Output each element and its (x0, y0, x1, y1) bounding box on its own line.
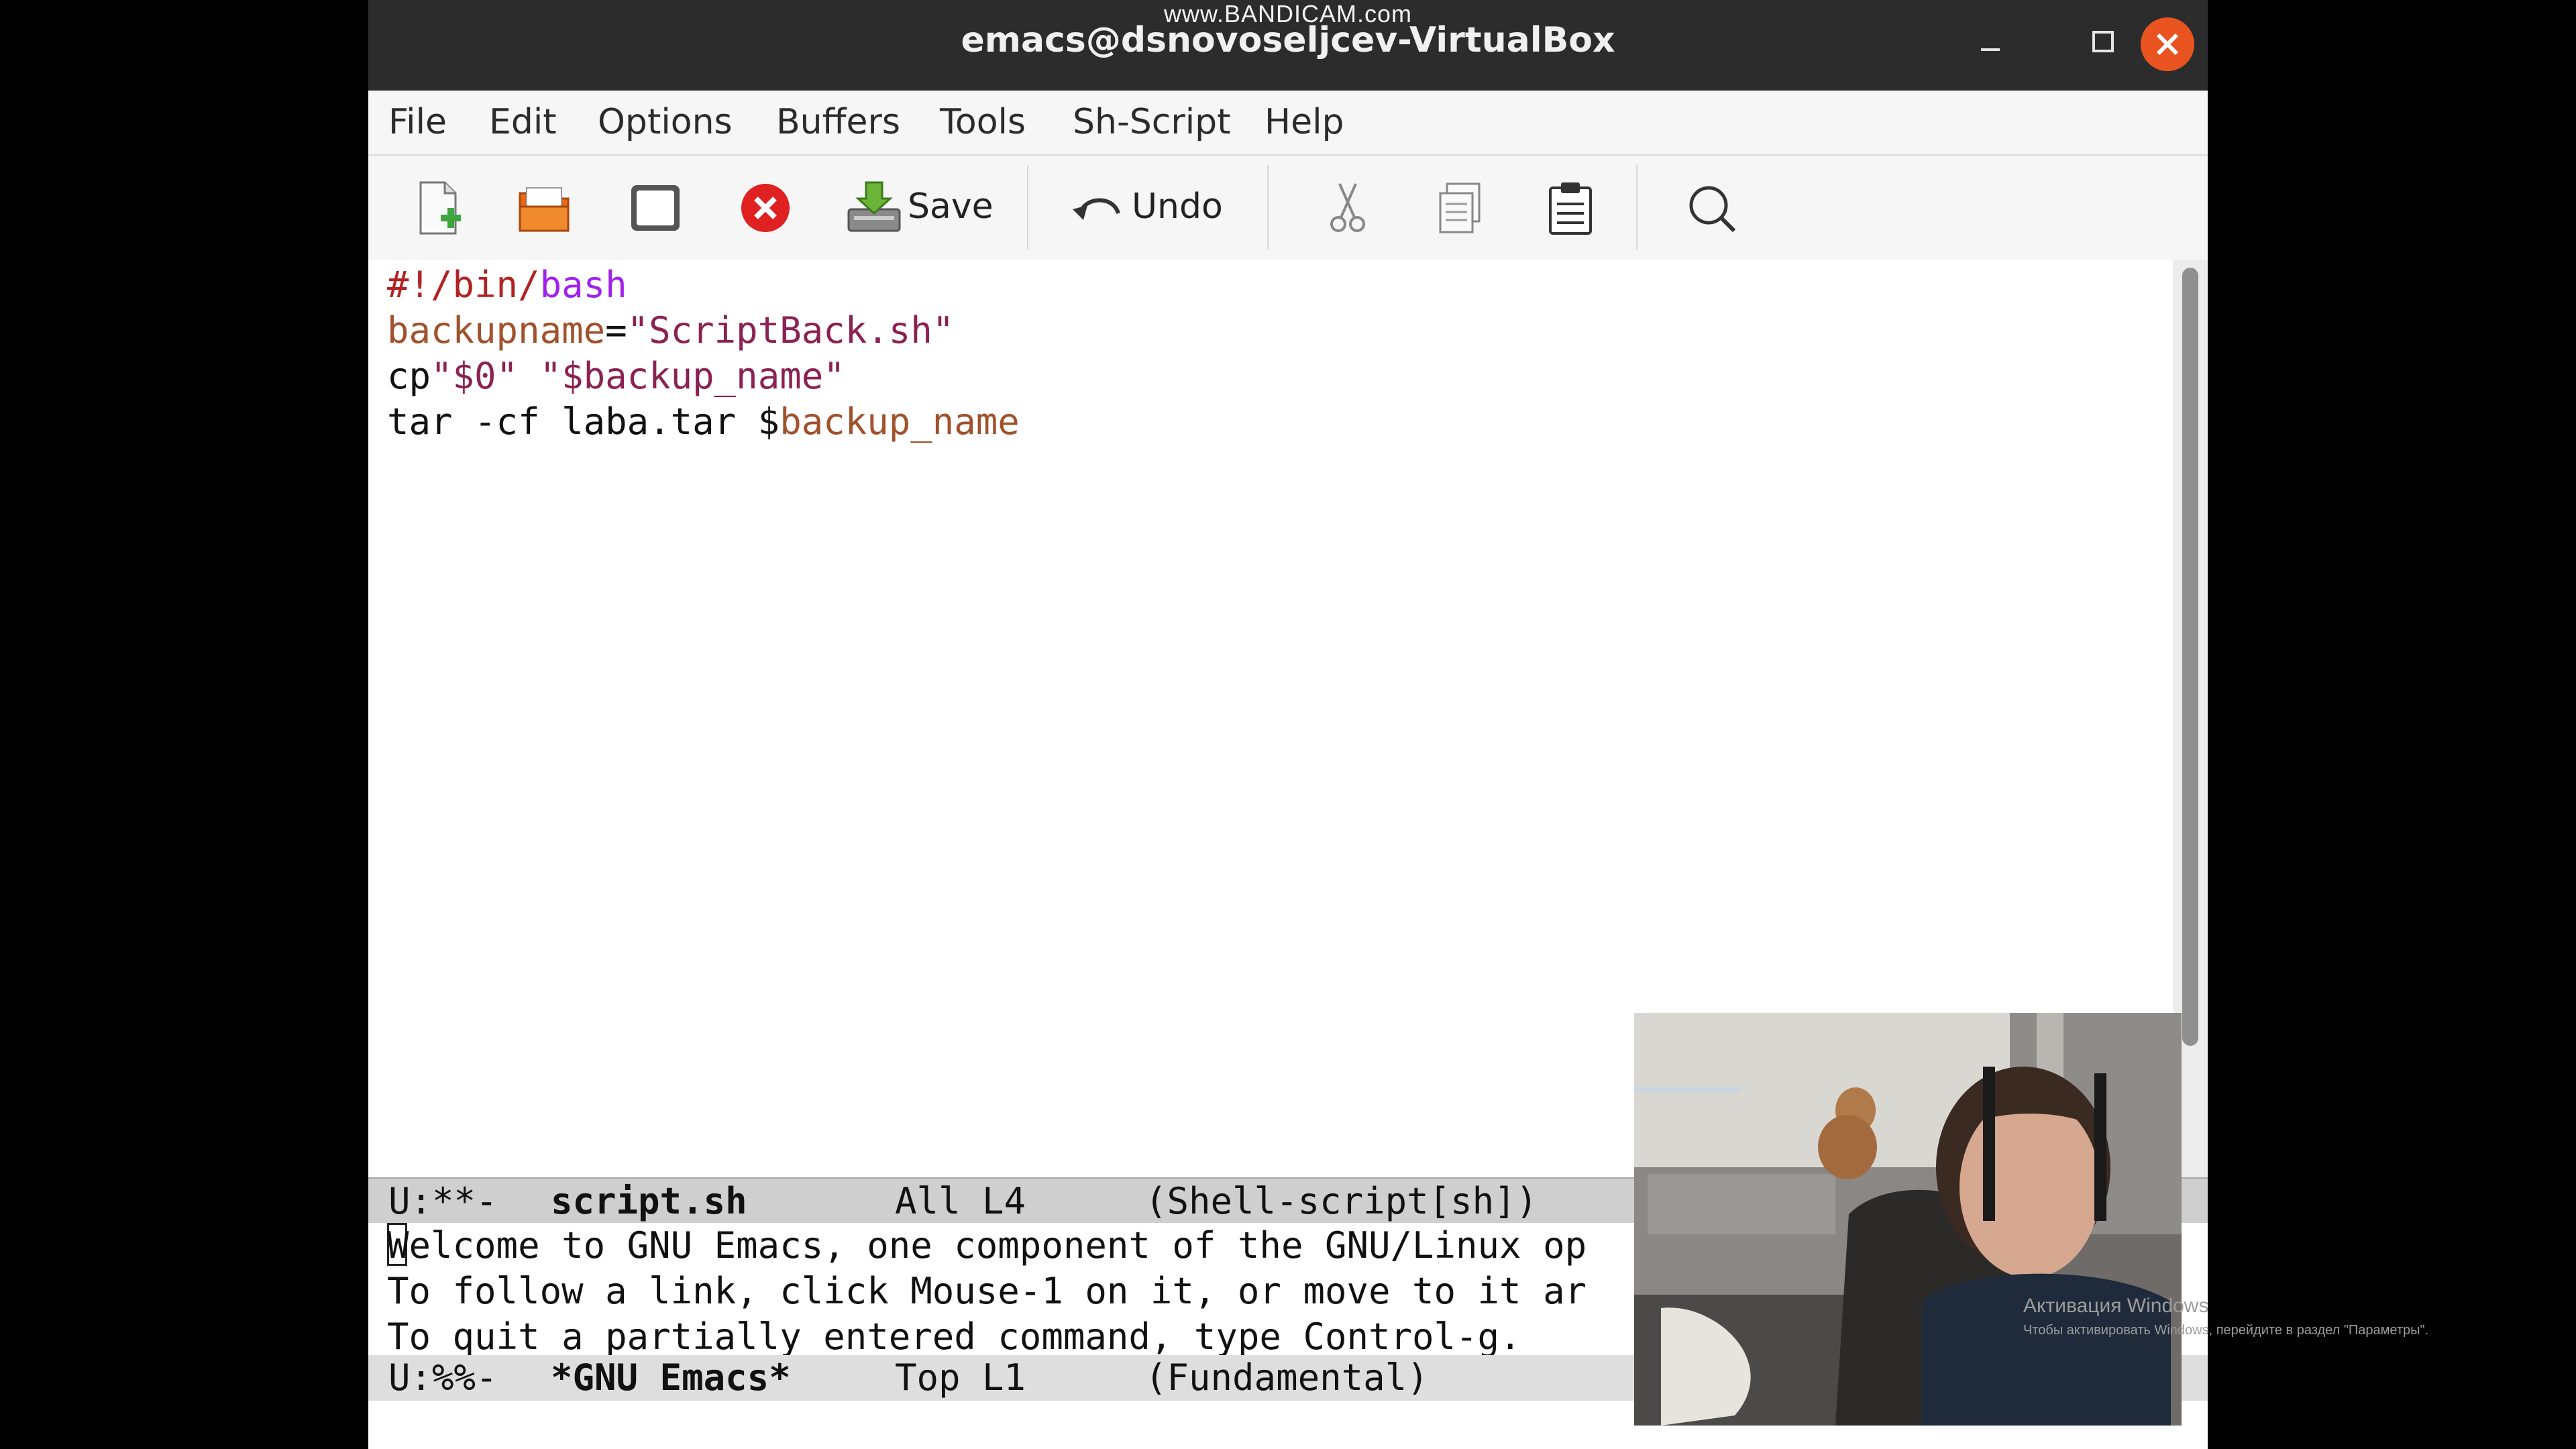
window-frame-icon (631, 185, 680, 231)
mode-line-mode[interactable]: (Fundamental) (1145, 1355, 1429, 1401)
code-token-plain: cp (387, 355, 431, 397)
search-button[interactable] (1678, 166, 1745, 247)
menu-bar: File Edit Options Buffers Tools Sh-Scrip… (368, 91, 2208, 156)
close-icon (2156, 33, 2179, 56)
mode-line-buffer-name[interactable]: *GNU Emacs* (551, 1355, 791, 1401)
folder-icon (519, 187, 570, 232)
dired-button[interactable] (622, 166, 689, 247)
open-file-button[interactable] (511, 166, 578, 247)
mode-line-position: Top L1 (895, 1356, 1026, 1399)
code-line[interactable]: #!/bin/bash (387, 262, 627, 308)
activation-title: Активация Windows (2023, 1295, 2209, 1317)
code-token-var: backup_name (780, 400, 1020, 443)
code-token-keyword: bash (539, 264, 627, 306)
menu-edit[interactable]: Edit (489, 91, 557, 154)
code-token-var: backupname (387, 309, 606, 352)
minimize-icon (1981, 48, 2000, 51)
mode-line-state: U:%%- (388, 1356, 498, 1399)
save-icon (847, 181, 901, 232)
menu-options[interactable]: Options (598, 91, 733, 154)
undo-button[interactable]: Undo (1070, 166, 1271, 247)
undo-icon (1073, 198, 1120, 220)
search-icon (1689, 186, 1736, 233)
code-line[interactable]: tar -cf laba.tar $backup_name (387, 399, 1020, 445)
copy-button[interactable] (1427, 166, 1494, 247)
new-file-button[interactable] (406, 166, 473, 247)
save-label: Save (908, 186, 994, 227)
windows-activation-watermark: Активация Windows Чтобы активировать Win… (2023, 1295, 2428, 1338)
copy-icon (1439, 182, 1481, 233)
menu-file[interactable]: File (388, 91, 447, 154)
undo-label: Undo (1132, 186, 1223, 227)
toolbar-separator (1267, 165, 1269, 250)
cut-button[interactable] (1314, 166, 1381, 247)
toolbar-separator (1636, 165, 1638, 250)
maximize-icon (2092, 31, 2114, 52)
code-line[interactable]: backupname="ScriptBack.sh" (387, 308, 954, 354)
code-token-plain: tar -cf laba.tar $ (387, 400, 780, 443)
close-button[interactable] (2141, 17, 2194, 71)
maximize-button[interactable] (2076, 17, 2130, 71)
mode-line-position: All L4 (895, 1180, 1026, 1222)
menu-tools[interactable]: Tools (940, 91, 1026, 154)
scissors-icon (1330, 183, 1365, 232)
toolbar-separator (1027, 165, 1028, 250)
welcome-line: To follow a link, click Mouse-1 on it, o… (387, 1270, 1587, 1312)
mode-line-state: U:**- (388, 1180, 498, 1222)
toolbar: Save Undo (368, 156, 2208, 260)
window-title: emacs@dsnovoseljcev-VirtualBox (961, 20, 1615, 60)
kill-buffer-button[interactable] (732, 166, 799, 247)
clipboard-icon (1549, 182, 1592, 235)
menu-buffers[interactable]: Buffers (776, 91, 900, 154)
code-token-plain: = (605, 309, 627, 352)
save-button[interactable]: Save (846, 166, 1047, 247)
activation-subtitle: Чтобы активировать Windows, перейдите в … (2023, 1323, 2429, 1338)
code-token-comment: #!/bin/ (387, 264, 540, 306)
mode-line-mode[interactable]: (Shell-script[sh]) (1145, 1179, 1538, 1224)
close-circle-icon (741, 184, 790, 232)
code-token-string: "$0" "$backup_name" (431, 355, 845, 397)
code-line[interactable]: cp"$0" "$backup_name" (387, 354, 845, 399)
new-file-icon (419, 181, 461, 235)
minimize-button[interactable] (1964, 17, 2017, 71)
scrollbar-thumb[interactable] (2182, 268, 2198, 1046)
menu-help[interactable]: Help (1265, 91, 1344, 154)
paste-button[interactable] (1537, 166, 1604, 247)
code-token-string: "ScriptBack.sh" (627, 309, 955, 352)
webcam-overlay (1634, 1013, 2182, 1426)
welcome-line: Welcome to GNU Emacs, one component of t… (387, 1224, 1587, 1267)
welcome-line: To quit a partially entered command, typ… (387, 1316, 1521, 1358)
mode-line-buffer-name[interactable]: script.sh (551, 1179, 747, 1224)
menu-sh-script[interactable]: Sh-Script (1073, 91, 1231, 154)
webcam-image (1634, 1013, 2182, 1426)
title-bar[interactable]: www.BANDICAM.com emacs@dsnovoseljcev-Vir… (368, 0, 2208, 91)
